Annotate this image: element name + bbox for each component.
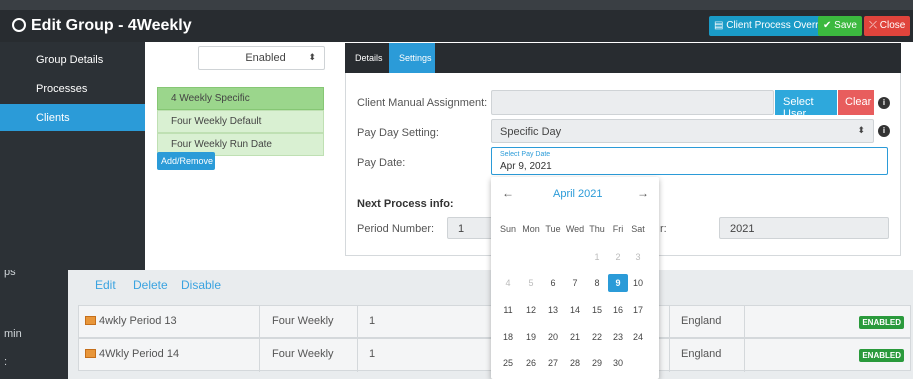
calendar-day[interactable]: 28 bbox=[565, 354, 585, 372]
group-icon bbox=[12, 18, 26, 32]
row-region: England bbox=[681, 348, 722, 360]
tab-bar: Details Settings bbox=[345, 43, 901, 73]
pay-day-label: Pay Day Setting: bbox=[357, 127, 439, 139]
calendar-day[interactable]: 8 bbox=[587, 274, 607, 292]
calendar-day[interactable]: 21 bbox=[565, 328, 585, 346]
calendar-day[interactable]: 23 bbox=[608, 328, 628, 346]
modal-header: Edit Group - 4Weekly ▤ Client Process Ov… bbox=[0, 10, 913, 42]
updown-icon: ⬍ bbox=[308, 52, 316, 62]
sidebar-item-clients[interactable]: Clients bbox=[0, 104, 145, 131]
calendar-icon bbox=[85, 316, 96, 325]
list-item[interactable]: 4 Weekly Specific bbox=[157, 87, 324, 110]
row-number: 1 bbox=[369, 315, 376, 327]
pay-date-label: Pay Date: bbox=[357, 157, 406, 169]
calendar-day[interactable]: 24 bbox=[628, 328, 648, 346]
status-badge: ENABLED bbox=[859, 316, 904, 329]
sidebar-item-group-details[interactable]: Group Details bbox=[0, 46, 145, 73]
bg-sidebar-text: : bbox=[4, 356, 8, 368]
weekday-label: Sun bbox=[499, 224, 516, 234]
calendar-day[interactable]: 14 bbox=[565, 301, 585, 319]
row-region: England bbox=[681, 315, 722, 327]
calendar-day[interactable]: 4 bbox=[498, 274, 518, 292]
date-picker: ← April 2021 → Sun Mon Tue Wed Thu Fri Sat 123… bbox=[491, 177, 659, 379]
year-label: r: bbox=[660, 223, 667, 235]
calendar-day[interactable]: 30 bbox=[608, 354, 628, 372]
close-icon: ⤫ bbox=[869, 20, 880, 31]
sidebar-item-processes[interactable]: Processes bbox=[0, 75, 145, 102]
calendar-day[interactable]: 1 bbox=[587, 248, 607, 266]
background-sidebar: ps min : bbox=[0, 260, 68, 379]
calendar-day[interactable]: 6 bbox=[543, 274, 563, 292]
month-title[interactable]: April 2021 bbox=[553, 188, 603, 200]
calendar-day[interactable]: 7 bbox=[565, 274, 585, 292]
calendar-day[interactable]: 17 bbox=[628, 301, 648, 319]
bg-sidebar-text: min bbox=[4, 328, 22, 340]
info-icon[interactable]: i bbox=[878, 125, 890, 137]
manual-assignment-label: Client Manual Assignment: bbox=[357, 97, 488, 109]
calendar-icon bbox=[85, 349, 96, 358]
weekday-label: Tue bbox=[545, 224, 561, 234]
status-badge: ENABLED bbox=[859, 349, 904, 362]
row-type: Four Weekly bbox=[272, 315, 334, 327]
close-button[interactable]: ⤫ Close bbox=[864, 16, 911, 36]
save-button[interactable]: ✔ Save bbox=[818, 16, 862, 36]
row-name: 4Wkly Period 14 bbox=[99, 348, 180, 360]
year-field: 2021 bbox=[719, 217, 889, 239]
modal-title: Edit Group - 4Weekly bbox=[12, 17, 192, 35]
row-number: 1 bbox=[369, 348, 376, 360]
calendar-day[interactable]: 29 bbox=[587, 354, 607, 372]
table-icon: ▤ bbox=[714, 20, 727, 31]
calendar-day[interactable]: 2 bbox=[608, 248, 628, 266]
tab-details[interactable]: Details bbox=[345, 43, 387, 73]
pay-date-value: Apr 9, 2021 bbox=[500, 161, 552, 172]
weekday-label: Wed bbox=[565, 224, 585, 234]
check-icon: ✔ bbox=[823, 20, 835, 31]
prev-month-icon[interactable]: ← bbox=[502, 186, 514, 200]
next-month-icon[interactable]: → bbox=[637, 186, 649, 200]
clear-button[interactable]: Clear bbox=[838, 90, 874, 115]
calendar-day[interactable]: 25 bbox=[498, 354, 518, 372]
select-user-button[interactable]: Select User bbox=[775, 90, 837, 120]
bg-edit-link[interactable]: Edit bbox=[95, 278, 116, 292]
status-select[interactable]: Enabled ⬍ bbox=[198, 46, 325, 70]
calendar-day[interactable]: 12 bbox=[521, 301, 541, 319]
calendar-day[interactable]: 19 bbox=[521, 328, 541, 346]
info-icon[interactable]: i bbox=[878, 97, 890, 109]
calendar-day[interactable]: 13 bbox=[543, 301, 563, 319]
add-remove-button[interactable]: Add/Remove bbox=[157, 152, 215, 170]
weekday-label: Mon bbox=[522, 224, 540, 234]
bg-disable-link[interactable]: Disable bbox=[181, 278, 221, 292]
modal-title-text: Edit Group - 4Weekly bbox=[31, 17, 192, 34]
pay-date-floating-label: Select Pay Date bbox=[500, 151, 551, 158]
calendar-day[interactable]: 9 bbox=[608, 274, 628, 292]
pay-day-select[interactable]: Specific Day ⬍ bbox=[491, 119, 874, 143]
period-number-field: 1 bbox=[447, 217, 497, 239]
modal-sidebar: Group Details Processes Clients bbox=[0, 42, 145, 270]
updown-icon: ⬍ bbox=[857, 125, 865, 135]
calendar-day[interactable]: 26 bbox=[521, 354, 541, 372]
weekday-label: Fri bbox=[612, 224, 624, 234]
row-type: Four Weekly bbox=[272, 348, 334, 360]
bg-delete-link[interactable]: Delete bbox=[133, 278, 168, 292]
calendar-day[interactable]: 3 bbox=[628, 248, 648, 266]
weekday-label: Sat bbox=[631, 224, 645, 234]
calendar-day[interactable]: 5 bbox=[521, 274, 541, 292]
period-number-label: Period Number: bbox=[357, 223, 435, 235]
pay-date-input[interactable]: Select Pay Date Apr 9, 2021 bbox=[491, 147, 888, 175]
calendar-day[interactable]: 15 bbox=[587, 301, 607, 319]
row-name: 4wkly Period 13 bbox=[99, 315, 177, 327]
list-item[interactable]: Four Weekly Default bbox=[157, 110, 324, 133]
tab-settings[interactable]: Settings bbox=[389, 43, 435, 73]
calendar-day[interactable]: 22 bbox=[587, 328, 607, 346]
calendar-day[interactable]: 18 bbox=[498, 328, 518, 346]
calendar-day[interactable]: 10 bbox=[628, 274, 648, 292]
calendar-day[interactable]: 20 bbox=[543, 328, 563, 346]
weekday-label: Thu bbox=[589, 224, 605, 234]
manual-assignment-field bbox=[491, 90, 774, 115]
next-process-heading: Next Process info: bbox=[357, 198, 454, 210]
calendar-day[interactable]: 11 bbox=[498, 301, 518, 319]
calendar-day[interactable]: 16 bbox=[608, 301, 628, 319]
calendar-day[interactable]: 27 bbox=[543, 354, 563, 372]
